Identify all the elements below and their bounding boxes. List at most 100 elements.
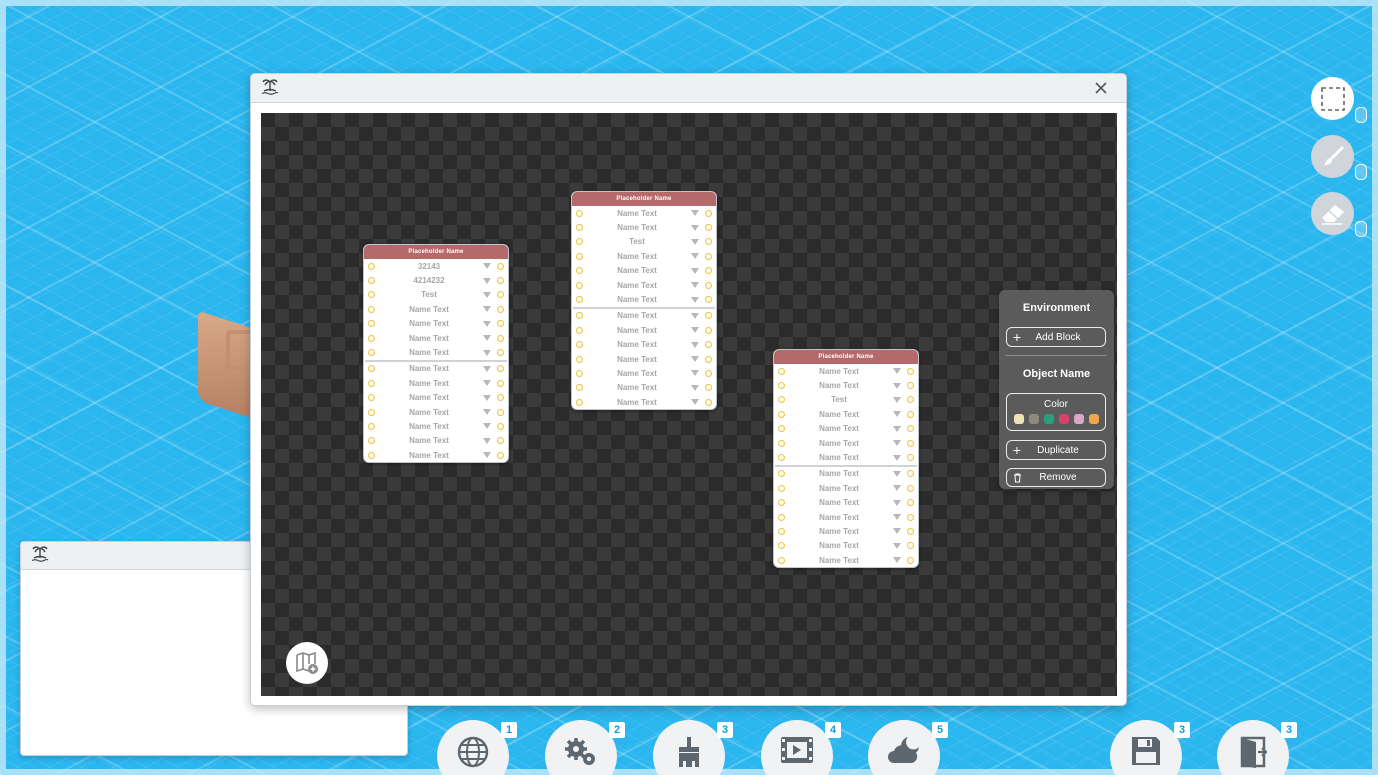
output-port[interactable] (497, 394, 504, 402)
output-port[interactable] (705, 355, 712, 363)
input-port[interactable] (576, 296, 583, 304)
toolbar-button[interactable] (1110, 720, 1182, 775)
output-port[interactable] (497, 320, 504, 328)
output-port[interactable] (705, 209, 712, 217)
node-row[interactable]: Name Text (364, 376, 508, 390)
output-port[interactable] (705, 341, 712, 349)
node-row[interactable]: Name Text (774, 378, 918, 392)
node-title[interactable]: Placeholder Name (774, 350, 918, 364)
dropdown-arrow-icon[interactable] (691, 296, 699, 303)
dropdown-arrow-icon[interactable] (893, 396, 901, 403)
input-port[interactable] (778, 439, 785, 447)
node-title[interactable]: Placeholder Name (364, 245, 508, 259)
color-swatch[interactable] (1028, 414, 1039, 424)
node-row[interactable]: Name Text (364, 391, 508, 405)
node-row[interactable]: Name Text (572, 323, 716, 337)
dropdown-arrow-icon[interactable] (893, 425, 901, 432)
input-port[interactable] (576, 224, 583, 232)
output-port[interactable] (497, 291, 504, 299)
node-row[interactable]: Name Text (364, 434, 508, 448)
input-port[interactable] (778, 367, 785, 375)
input-port[interactable] (576, 281, 583, 289)
output-port[interactable] (907, 410, 914, 418)
output-port[interactable] (497, 437, 504, 445)
duplicate-button[interactable]: + Duplicate (1006, 440, 1106, 460)
output-port[interactable] (497, 422, 504, 430)
node-row[interactable]: Name Text (364, 331, 508, 345)
node-row[interactable]: Name Text (774, 450, 918, 464)
toolbar-button[interactable] (1217, 720, 1289, 775)
node-block[interactable]: Placeholder Name Name Text Name Text Test Na… (773, 349, 919, 569)
input-port[interactable] (778, 484, 785, 492)
toolbar-button[interactable] (761, 720, 833, 775)
input-port[interactable] (368, 291, 375, 299)
input-port[interactable] (576, 326, 583, 334)
dropdown-arrow-icon[interactable] (893, 440, 901, 447)
output-port[interactable] (907, 396, 914, 404)
color-swatch[interactable] (1043, 414, 1054, 424)
node-canvas[interactable]: Placeholder Name 32143 4214232 Test Name Tex… (261, 113, 1117, 696)
dropdown-arrow-icon[interactable] (483, 452, 491, 459)
dropdown-arrow-icon[interactable] (893, 557, 901, 564)
node-row[interactable]: Name Text (572, 366, 716, 380)
input-port[interactable] (368, 305, 375, 313)
dropdown-arrow-icon[interactable] (893, 411, 901, 418)
dropdown-arrow-icon[interactable] (893, 499, 901, 506)
node-row[interactable]: Name Text (572, 220, 716, 234)
input-port[interactable] (368, 320, 375, 328)
input-port[interactable] (368, 437, 375, 445)
color-swatch[interactable] (1013, 414, 1024, 424)
dropdown-arrow-icon[interactable] (893, 454, 901, 461)
input-port[interactable] (576, 398, 583, 406)
output-port[interactable] (705, 238, 712, 246)
dropdown-arrow-icon[interactable] (893, 470, 901, 477)
dropdown-arrow-icon[interactable] (893, 528, 901, 535)
input-port[interactable] (368, 334, 375, 342)
input-port[interactable] (778, 470, 785, 478)
node-row[interactable]: 32143 (364, 259, 508, 273)
output-port[interactable] (705, 267, 712, 275)
output-port[interactable] (907, 367, 914, 375)
node-row[interactable]: Name Text (774, 436, 918, 450)
node-row[interactable]: Name Text (572, 249, 716, 263)
input-port[interactable] (576, 341, 583, 349)
eraser-tool-button[interactable] (1311, 192, 1354, 235)
input-port[interactable] (576, 252, 583, 260)
output-port[interactable] (497, 305, 504, 313)
dropdown-arrow-icon[interactable] (691, 210, 699, 217)
node-row[interactable]: Name Text (364, 302, 508, 316)
dropdown-arrow-icon[interactable] (691, 282, 699, 289)
node-row[interactable]: Name Text (364, 345, 508, 359)
output-port[interactable] (907, 527, 914, 535)
node-row[interactable]: Name Text (774, 407, 918, 421)
output-port[interactable] (497, 262, 504, 270)
input-port[interactable] (576, 369, 583, 377)
toolbar-button[interactable] (437, 720, 509, 775)
input-port[interactable] (576, 238, 583, 246)
dropdown-arrow-icon[interactable] (893, 368, 901, 375)
input-port[interactable] (778, 542, 785, 550)
node-row[interactable]: 4214232 (364, 273, 508, 287)
input-port[interactable] (576, 209, 583, 217)
output-port[interactable] (907, 484, 914, 492)
output-port[interactable] (705, 224, 712, 232)
output-port[interactable] (497, 334, 504, 342)
dropdown-arrow-icon[interactable] (691, 384, 699, 391)
node-row[interactable]: Name Text (364, 405, 508, 419)
remove-button[interactable]: Remove (1006, 468, 1106, 487)
node-row[interactable]: Name Text (572, 309, 716, 323)
input-port[interactable] (368, 379, 375, 387)
output-port[interactable] (907, 499, 914, 507)
output-port[interactable] (497, 408, 504, 416)
dropdown-arrow-icon[interactable] (483, 335, 491, 342)
dropdown-arrow-icon[interactable] (691, 370, 699, 377)
input-port[interactable] (778, 396, 785, 404)
dropdown-arrow-icon[interactable] (483, 380, 491, 387)
toolbar-button[interactable] (545, 720, 617, 775)
dropdown-arrow-icon[interactable] (893, 514, 901, 521)
dropdown-arrow-icon[interactable] (691, 267, 699, 274)
dropdown-arrow-icon[interactable] (691, 238, 699, 245)
dropdown-arrow-icon[interactable] (691, 341, 699, 348)
output-port[interactable] (907, 513, 914, 521)
node-row[interactable]: Name Text (364, 448, 508, 462)
